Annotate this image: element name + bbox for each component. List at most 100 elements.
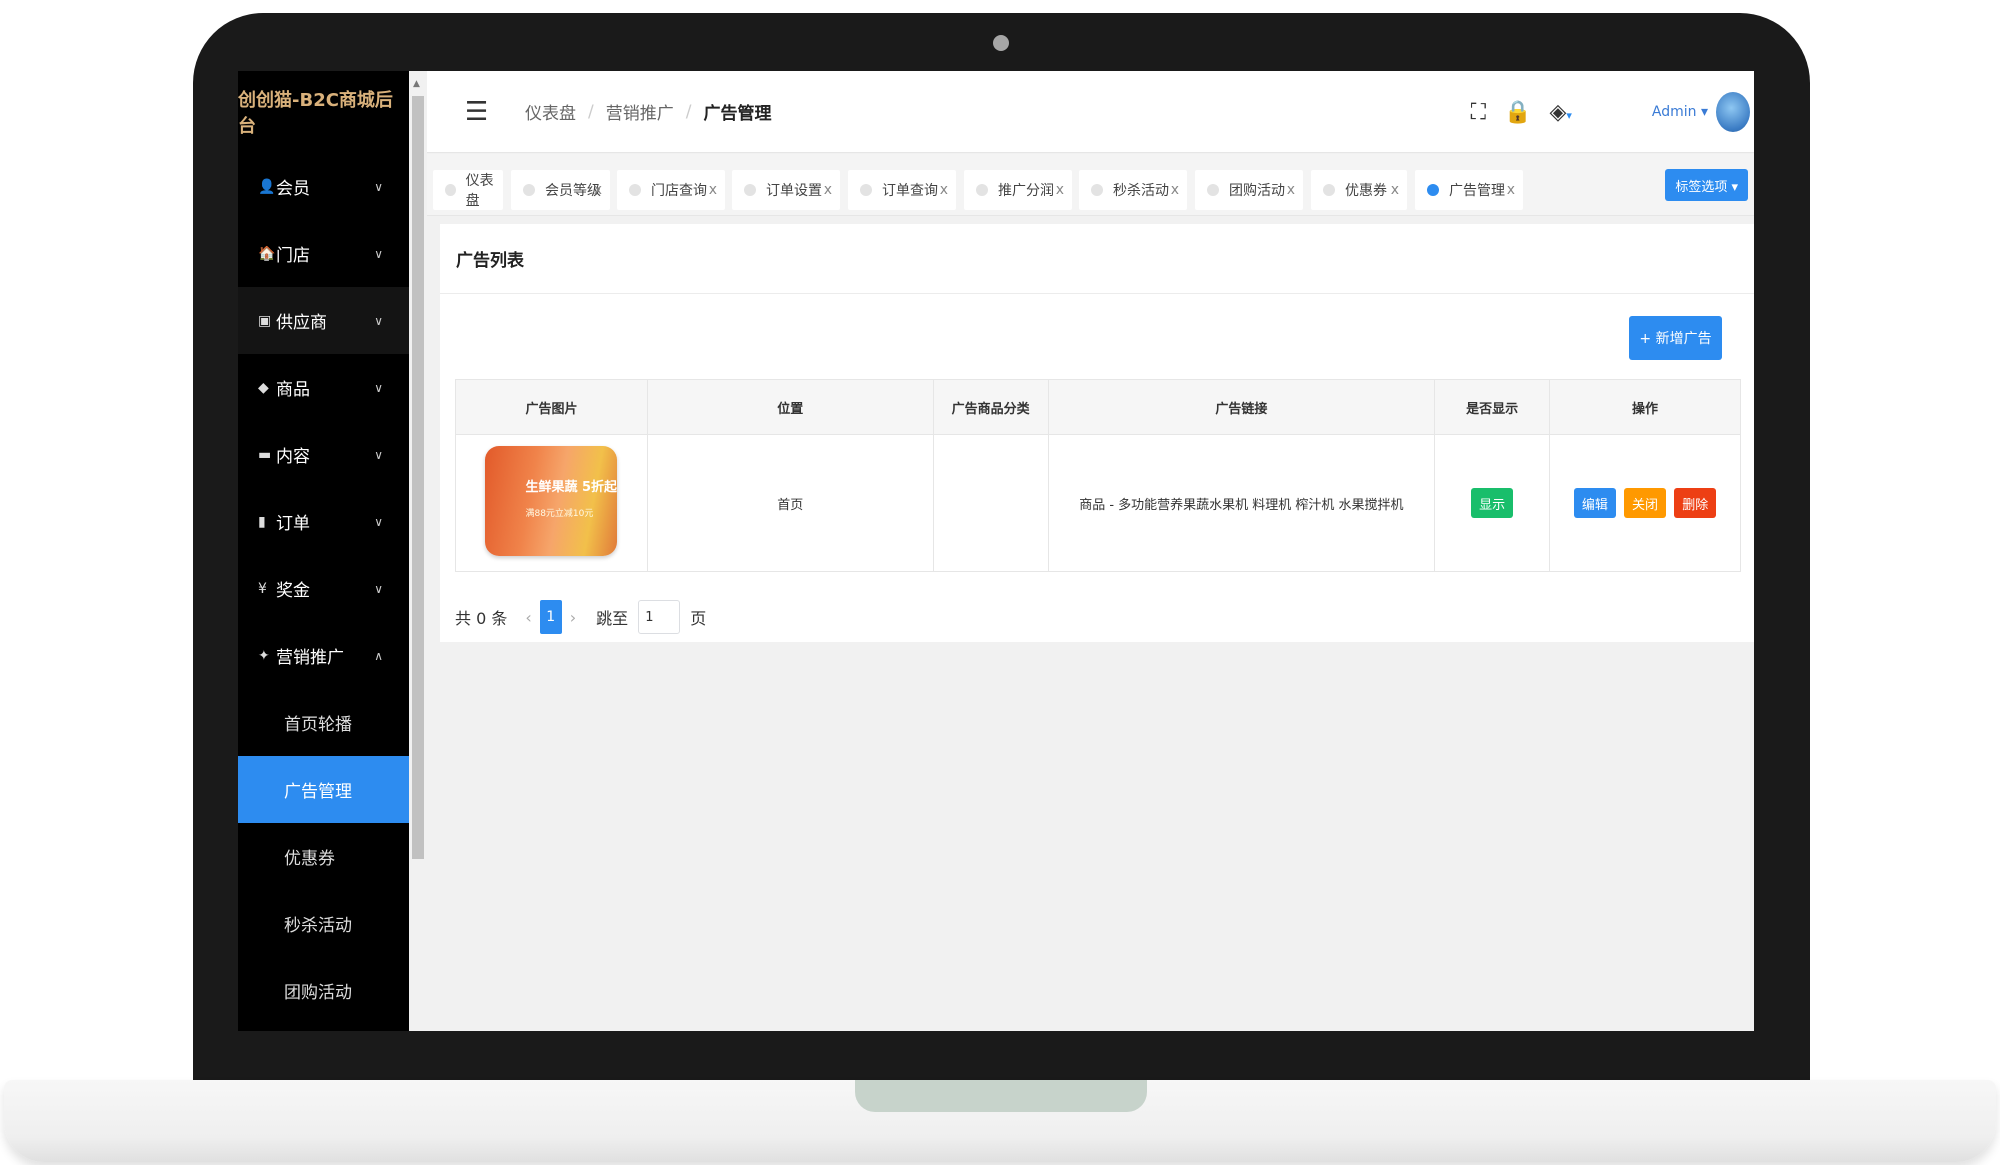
screen: 创创猫-B2C商城后台 👤 会员 ∨ 🏠 门店 ∨ ▣ 供应商 ∨ ◆ 商品 ∨… bbox=[238, 71, 1754, 1031]
close-icon[interactable]: x bbox=[1507, 182, 1515, 198]
sidebar-item-label: 营销推广 bbox=[276, 648, 344, 668]
chevron-up-icon: ∧ bbox=[374, 648, 383, 663]
tab-options-button[interactable]: 标签选项 ▾ bbox=[1665, 169, 1748, 201]
actions-cell: 编辑 关闭 删除 bbox=[1549, 434, 1741, 572]
sidebar-item-label: 会员 bbox=[276, 179, 310, 199]
theme-fill-icon[interactable]: ◈▾ bbox=[1549, 100, 1571, 125]
gamepad-icon: ✦ bbox=[258, 647, 270, 664]
sidebar-item-store[interactable]: 🏠 门店 ∨ bbox=[238, 220, 409, 287]
breadcrumb-separator: / bbox=[588, 101, 594, 122]
chevron-down-icon: ∨ bbox=[374, 514, 383, 529]
hamburger-menu-icon[interactable]: ☰ bbox=[465, 97, 495, 127]
ad-list-card: 广告列表 + 新增广告 广告图片 位置 广告商品分类 广告链接 是否显示 操作 … bbox=[440, 224, 1754, 642]
close-button[interactable]: 关闭 bbox=[1624, 488, 1667, 518]
tab-label: 仪表盘 bbox=[465, 173, 494, 209]
scrollbar-thumb[interactable] bbox=[412, 96, 424, 859]
sidebar-subitem-group-buy[interactable]: 团购活动 bbox=[238, 957, 409, 1024]
page-number[interactable]: 1 bbox=[539, 600, 562, 634]
column-header: 是否显示 bbox=[1434, 379, 1551, 435]
tab-dot-icon bbox=[744, 184, 756, 196]
sidebar-subitem-ad-management[interactable]: 广告管理 bbox=[238, 756, 409, 823]
tab-label: 广告管理 bbox=[1449, 183, 1505, 199]
tab-dot-icon bbox=[1207, 184, 1219, 196]
tab-member-level[interactable]: 会员等级 x bbox=[511, 170, 610, 210]
ad-image-cell: 生鲜果蔬 5折起 满88元立减10元 bbox=[455, 434, 648, 572]
scroll-up-icon[interactable]: ▲ bbox=[413, 79, 420, 89]
tab-ad-management[interactable]: 广告管理 x bbox=[1415, 170, 1523, 210]
chevron-down-icon: ∨ bbox=[374, 447, 383, 462]
total-count: 共 0 条 bbox=[455, 609, 508, 628]
sidebar-item-bonus[interactable]: ¥ 奖金 ∨ bbox=[238, 555, 409, 622]
brand-title[interactable]: 创创猫-B2C商城后台 bbox=[238, 71, 409, 153]
close-icon[interactable]: x bbox=[594, 182, 602, 198]
chevron-down-icon: ∨ bbox=[374, 380, 383, 395]
tab-order-settings[interactable]: 订单设置 x bbox=[732, 170, 840, 210]
tab-dot-icon bbox=[445, 184, 456, 196]
tab-dot-icon bbox=[1091, 184, 1103, 196]
lock-icon[interactable]: 🔒 bbox=[1504, 100, 1531, 125]
tab-dot-icon bbox=[1323, 184, 1335, 196]
close-icon[interactable]: x bbox=[1056, 182, 1064, 198]
sidebar-subitem-flash-sale[interactable]: 秒杀活动 bbox=[238, 890, 409, 957]
position-cell: 首页 bbox=[646, 434, 934, 572]
table-header-row: 广告图片 位置 广告商品分类 广告链接 是否显示 操作 bbox=[455, 379, 1741, 435]
close-icon[interactable]: x bbox=[940, 182, 948, 198]
tab-dot-icon bbox=[1427, 184, 1439, 196]
tab-label: 门店查询 bbox=[651, 183, 707, 199]
sidebar-item-label: 门店 bbox=[276, 246, 310, 266]
jump-label: 跳至 bbox=[596, 609, 629, 628]
close-icon[interactable]: x bbox=[1287, 182, 1295, 198]
avatar[interactable] bbox=[1716, 92, 1750, 132]
tab-flash-sale[interactable]: 秒杀活动 x bbox=[1079, 170, 1187, 210]
tab-dot-icon bbox=[860, 184, 872, 196]
user-menu[interactable]: Admin ▾ bbox=[1652, 104, 1708, 120]
yen-icon: ¥ bbox=[258, 580, 267, 597]
sidebar-item-supplier[interactable]: ▣ 供应商 ∨ bbox=[238, 287, 409, 354]
user-icon: 👤 bbox=[258, 178, 276, 195]
sidebar-item-label: 奖金 bbox=[276, 581, 310, 601]
column-header: 广告图片 bbox=[455, 379, 648, 435]
table-row: 生鲜果蔬 5折起 满88元立减10元 首页 商品 - 多功能营养果蔬水果机 料理… bbox=[455, 434, 1741, 572]
chevron-down-icon: ∨ bbox=[374, 313, 383, 328]
sidebar-item-marketing[interactable]: ✦ 营销推广 ∧ bbox=[238, 622, 409, 689]
ad-banner-subtext: 满88元立减10元 bbox=[525, 509, 594, 519]
sidebar: 创创猫-B2C商城后台 👤 会员 ∨ 🏠 门店 ∨ ▣ 供应商 ∨ ◆ 商品 ∨… bbox=[238, 71, 409, 1031]
sidebar-item-content[interactable]: ▬ 内容 ∨ bbox=[238, 421, 409, 488]
tab-group-buy[interactable]: 团购活动 x bbox=[1195, 170, 1303, 210]
fullscreen-icon[interactable]: ⛶ bbox=[1471, 100, 1486, 125]
delete-button[interactable]: 删除 bbox=[1674, 488, 1717, 518]
add-ad-button[interactable]: + 新增广告 bbox=[1629, 316, 1722, 360]
sidebar-item-member[interactable]: 👤 会员 ∨ bbox=[238, 153, 409, 220]
jump-page-input[interactable]: 1 bbox=[638, 600, 681, 634]
close-icon[interactable]: x bbox=[1171, 182, 1179, 198]
next-page-icon[interactable]: › bbox=[570, 608, 576, 627]
edit-button[interactable]: 编辑 bbox=[1573, 488, 1616, 518]
sidebar-scrollbar[interactable]: ▲ bbox=[409, 71, 427, 1031]
breadcrumb-item[interactable]: 营销推广 bbox=[606, 99, 674, 124]
breadcrumb-item[interactable]: 仪表盘 bbox=[525, 99, 576, 124]
tab-label: 会员等级 bbox=[545, 183, 601, 199]
tab-label: 推广分润 bbox=[998, 183, 1054, 199]
display-status-badge[interactable]: 显示 bbox=[1471, 488, 1514, 518]
tab-promotion-share[interactable]: 推广分润 x bbox=[964, 170, 1072, 210]
close-icon[interactable]: x bbox=[1391, 182, 1399, 198]
laptop-notch bbox=[855, 1080, 1147, 1112]
tab-coupon[interactable]: 优惠券 x bbox=[1311, 170, 1407, 210]
tab-dot-icon bbox=[523, 184, 535, 196]
sidebar-item-label: 内容 bbox=[276, 447, 310, 467]
tab-order-query[interactable]: 订单查询 x bbox=[848, 170, 956, 210]
tab-dashboard[interactable]: 仪表盘 bbox=[433, 170, 503, 210]
sidebar-item-order[interactable]: ▮ 订单 ∨ bbox=[238, 488, 409, 555]
close-icon[interactable]: x bbox=[709, 182, 717, 198]
close-icon[interactable]: x bbox=[824, 182, 832, 198]
sidebar-item-goods[interactable]: ◆ 商品 ∨ bbox=[238, 354, 409, 421]
column-header: 操作 bbox=[1549, 379, 1741, 435]
prev-page-icon[interactable]: ‹ bbox=[525, 608, 531, 627]
ad-banner-image[interactable]: 生鲜果蔬 5折起 满88元立减10元 bbox=[485, 446, 618, 556]
column-header: 位置 bbox=[646, 379, 934, 435]
tab-store-query[interactable]: 门店查询 x bbox=[617, 170, 725, 210]
sidebar-subitem-coupon[interactable]: 优惠券 bbox=[238, 823, 409, 890]
breadcrumb: 仪表盘 / 营销推广 / 广告管理 bbox=[525, 99, 771, 125]
ad-banner-text: 生鲜果蔬 5折起 bbox=[525, 480, 618, 495]
sidebar-subitem-home-carousel[interactable]: 首页轮播 bbox=[238, 689, 409, 756]
